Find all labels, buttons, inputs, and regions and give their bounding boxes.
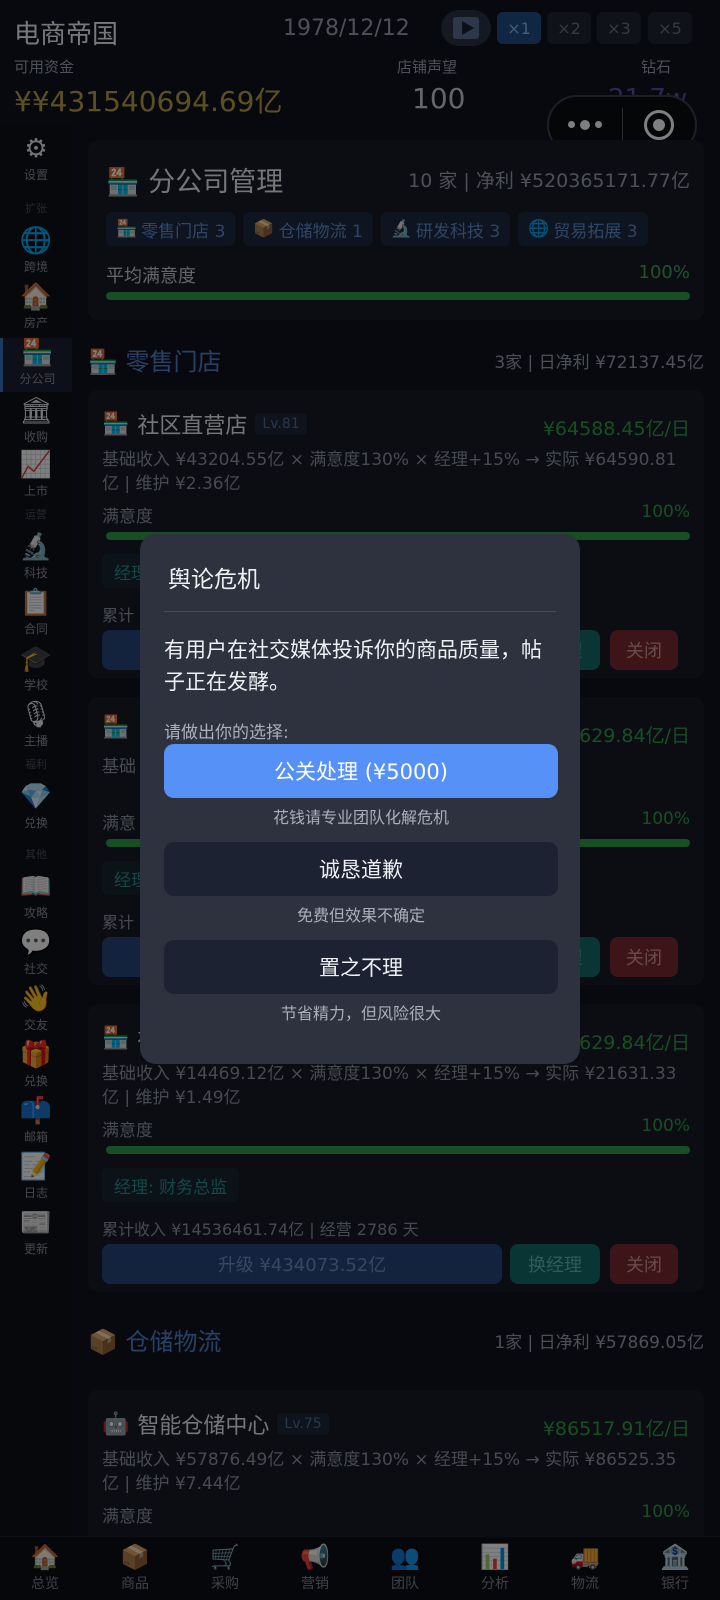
sincere-apology-hint: 免费但效果不确定 <box>296 906 425 925</box>
app-root: 电商帝国 1978/12/12 ×1 ×2 ×3 ×5 可用资金 ¥¥43154… <box>0 0 720 1600</box>
ignore-hint: 节省精力，但风险很大 <box>280 1004 441 1023</box>
pr-handle-button[interactable]: 公关处理 (¥5000) <box>164 744 558 798</box>
crisis-event-dialog: 舆论危机 有用户在社交媒体投诉你的商品质量，帖子正在发酵。 请做出你的选择: 公… <box>140 534 580 1064</box>
sincere-apology-button[interactable]: 诚恳道歉 <box>164 842 558 896</box>
dialog-title: 舆论危机 <box>168 567 260 593</box>
dialog-divider <box>164 611 556 612</box>
pr-handle-hint: 花钱请专业团队化解危机 <box>272 808 449 827</box>
dialog-description: 有用户在社交媒体投诉你的商品质量，帖子正在发酵。 <box>164 638 542 694</box>
ignore-button[interactable]: 置之不理 <box>164 940 558 994</box>
dialog-prompt: 请做出你的选择: <box>164 723 289 743</box>
